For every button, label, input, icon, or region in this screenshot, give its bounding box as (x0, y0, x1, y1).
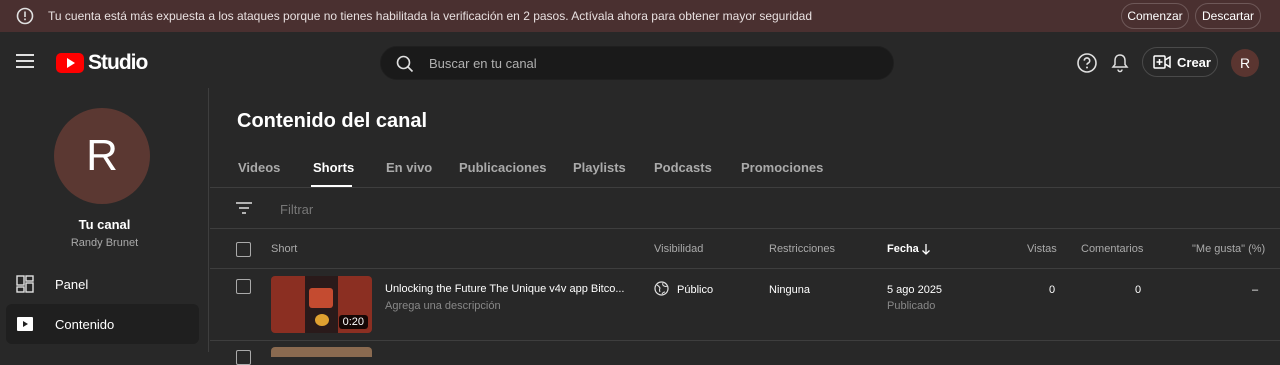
short-thumbnail[interactable] (271, 347, 372, 357)
filter-icon[interactable] (235, 200, 253, 216)
column-header-short[interactable]: Short (271, 243, 297, 255)
page-title: Contenido del canal (237, 110, 428, 132)
short-title[interactable]: Unlocking the Future The Unique v4v app … (385, 283, 625, 295)
date-value: 5 ago 2025 (887, 284, 943, 296)
notifications-icon[interactable] (1109, 52, 1131, 74)
security-banner: Tu cuenta está más expuesta a los ataque… (0, 0, 1280, 32)
thumbnail-image (305, 276, 338, 333)
column-header-visibility[interactable]: Visibilidad (654, 243, 703, 255)
channel-title: Tu canal (78, 217, 131, 232)
sidebar-item-label: Panel (55, 276, 89, 292)
divider (210, 228, 1280, 229)
dismiss-button[interactable]: Descartar (1195, 3, 1261, 29)
restrictions-value: Ninguna (769, 284, 810, 296)
help-icon[interactable] (1076, 52, 1098, 74)
column-header-likes[interactable]: "Me gusta" (%) (1192, 243, 1265, 255)
column-header-comments[interactable]: Comentarios (1081, 243, 1143, 255)
row-checkbox[interactable] (236, 350, 251, 365)
create-label: Crear (1177, 54, 1211, 70)
globe-icon (654, 281, 669, 296)
divider (210, 187, 1280, 188)
studio-logo[interactable]: Studio (56, 51, 148, 75)
tab-podcasts[interactable]: Podcasts (654, 160, 712, 175)
comments-value: 0 (1135, 284, 1142, 296)
short-thumbnail[interactable]: 0:20 (271, 276, 372, 333)
account-avatar[interactable]: R (1231, 49, 1259, 77)
sort-down-icon[interactable] (921, 243, 931, 255)
duration-badge: 0:20 (338, 315, 368, 329)
alert-icon (16, 7, 34, 25)
tab-posts[interactable]: Publicaciones (459, 160, 546, 175)
youtube-play-icon (56, 53, 84, 73)
content-icon (17, 317, 33, 331)
top-bar: Studio Buscar en tu canal Crear R (0, 32, 1280, 88)
visibility-value[interactable]: Público (677, 284, 713, 296)
logo-text: Studio (88, 51, 148, 74)
filter-input[interactable]: Filtrar (280, 202, 313, 217)
search-icon (396, 55, 414, 73)
tab-shorts[interactable]: Shorts (313, 160, 354, 175)
tab-playlists[interactable]: Playlists (573, 160, 626, 175)
short-description[interactable]: Agrega una descripción (385, 300, 501, 312)
divider (210, 340, 1280, 341)
channel-avatar[interactable]: R (54, 108, 150, 204)
tab-live[interactable]: En vivo (386, 160, 432, 175)
main-content: Contenido del canal Videos Shorts En viv… (210, 88, 1280, 365)
banner-message: Tu cuenta está más expuesta a los ataque… (48, 9, 813, 23)
select-all-checkbox[interactable] (236, 242, 251, 257)
sidebar: R Tu canal Randy Brunet Panel Contenido (0, 88, 209, 352)
column-header-views[interactable]: Vistas (1027, 243, 1057, 255)
start-button[interactable]: Comenzar (1121, 3, 1189, 29)
create-video-icon (1153, 55, 1171, 69)
sidebar-item-content[interactable]: Contenido (6, 304, 199, 344)
create-button[interactable]: Crear (1142, 47, 1218, 77)
search-input[interactable]: Buscar en tu canal (380, 46, 894, 80)
row-checkbox[interactable] (236, 279, 251, 294)
status-value: Publicado (887, 300, 936, 312)
column-header-date[interactable]: Fecha (887, 243, 919, 255)
sidebar-item-panel[interactable]: Panel (6, 264, 199, 304)
column-header-restrictions[interactable]: Restricciones (769, 243, 835, 255)
search-placeholder: Buscar en tu canal (429, 56, 537, 71)
divider (210, 268, 1280, 269)
dashboard-icon (16, 275, 34, 293)
sidebar-item-label: Contenido (55, 316, 115, 332)
menu-icon[interactable] (16, 54, 34, 68)
channel-name: Randy Brunet (70, 237, 139, 249)
tab-videos[interactable]: Videos (238, 160, 280, 175)
views-value: 0 (1049, 284, 1056, 296)
likes-value: – (1252, 284, 1259, 296)
tab-promotions[interactable]: Promociones (741, 160, 823, 175)
